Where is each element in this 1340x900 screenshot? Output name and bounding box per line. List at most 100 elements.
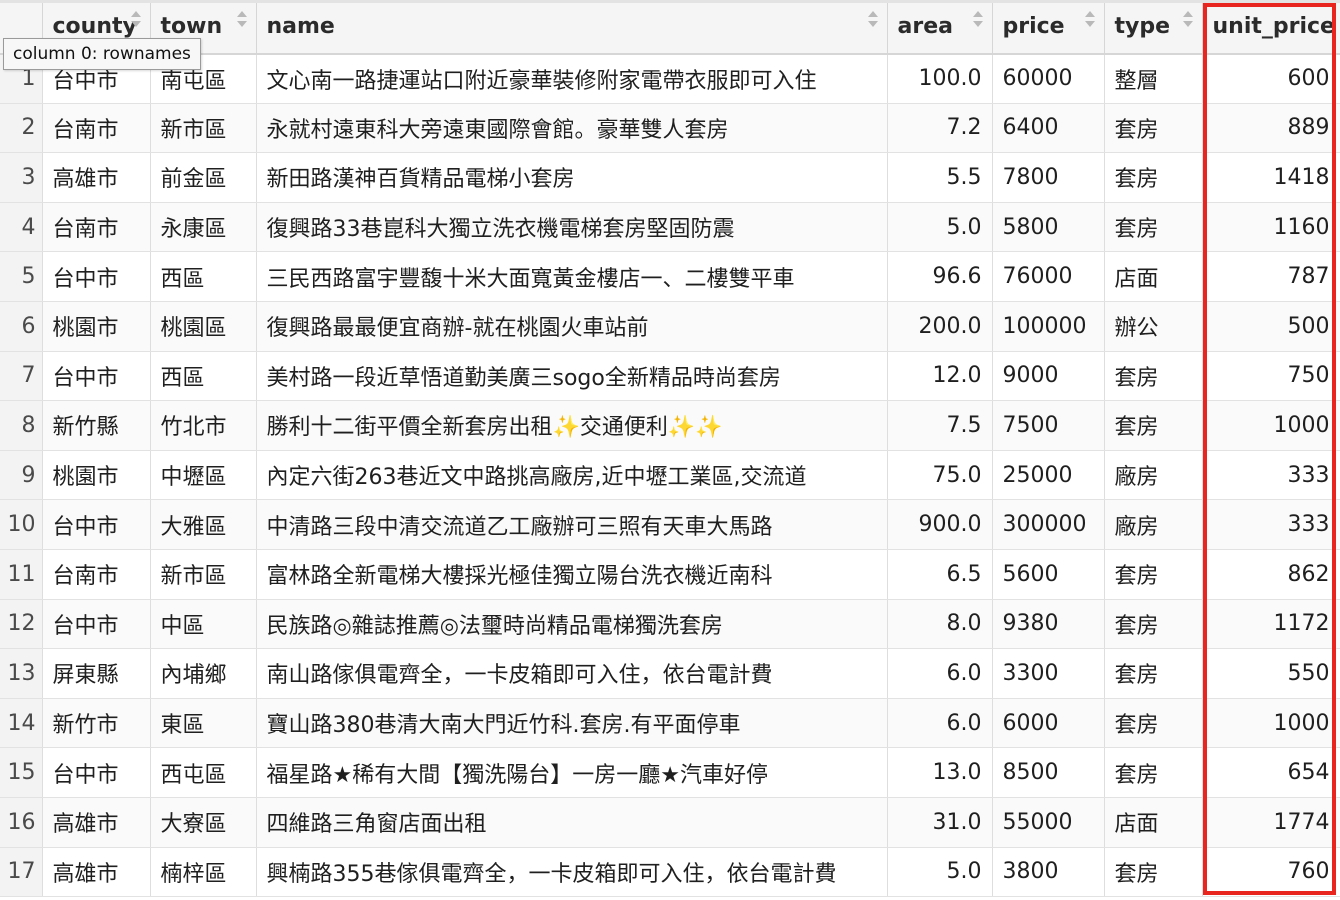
- cell-price: 3300: [992, 648, 1105, 699]
- cell-county: 台南市: [42, 549, 151, 600]
- cell-name: 美村路一段近草悟道勤美廣三sogo全新精品時尚套房: [256, 351, 888, 402]
- sort-icon[interactable]: [130, 11, 141, 31]
- cell-name: 復興路最最便宜商辦-就在桃園火車站前: [256, 301, 888, 352]
- sort-icon[interactable]: [236, 11, 247, 31]
- sort-icon[interactable]: [1084, 11, 1095, 31]
- header-label: town: [160, 14, 223, 40]
- cell-county: 新竹縣: [42, 400, 151, 451]
- row-number: 10: [0, 499, 43, 550]
- cell-price: 7800: [992, 152, 1105, 203]
- cell-area: 200.0: [887, 301, 993, 352]
- table-row: 1 台中市 南屯區 文心南一路捷運站口附近豪華裝修附家電帶衣服即可入住 100.0 600…: [0, 53, 1340, 104]
- header-price[interactable]: price: [992, 0, 1105, 55]
- table-row: 2 台南市 新市區 永就村遠東科大旁遠東國際會館。豪華雙人套房 7.2 6400 套房 889: [0, 103, 1340, 154]
- cell-type: 套房: [1104, 351, 1203, 402]
- cell-area: 13.0: [887, 747, 993, 798]
- cell-unit-price: 600: [1202, 53, 1340, 104]
- header-label: unit_price: [1212, 14, 1335, 40]
- cell-county: 桃園市: [42, 450, 151, 501]
- row-number: 9: [0, 450, 43, 501]
- table-row: 6 桃園市 桃園區 復興路最最便宜商辦-就在桃園火車站前 200.0 100000 辦公 50…: [0, 301, 1340, 352]
- cell-type: 套房: [1104, 202, 1203, 253]
- cell-area: 5.0: [887, 847, 993, 898]
- cell-type: 套房: [1104, 103, 1203, 154]
- cell-town: 內埔鄉: [150, 648, 257, 699]
- cell-price: 6000: [992, 698, 1105, 749]
- cell-town: 大寮區: [150, 797, 257, 848]
- cell-price: 9380: [992, 599, 1105, 650]
- cell-name: 勝利十二街平價全新套房出租✨交通便利✨✨: [256, 400, 888, 451]
- cell-unit-price: 760: [1202, 847, 1340, 898]
- table-row: 5 台中市 西區 三民西路富宇豐馥十米大面寬黃金樓店一、二樓雙平車 96.6 76000 店…: [0, 251, 1340, 302]
- table-row: 12 台中市 中區 民族路◎雜誌推薦◎法璽時尚精品電梯獨洗套房 8.0 9380 套房 117…: [0, 599, 1340, 650]
- header-name[interactable]: name: [256, 0, 888, 55]
- cell-area: 100.0: [887, 53, 993, 104]
- table-row: 9 桃園市 中壢區 內定六街263巷近文中路挑高廠房,近中壢工業區,交流道 75.0 25…: [0, 450, 1340, 501]
- header-label: area: [897, 14, 953, 40]
- cell-type: 套房: [1104, 847, 1203, 898]
- cell-price: 8500: [992, 747, 1105, 798]
- cell-unit-price: 333: [1202, 499, 1340, 550]
- cell-type: 套房: [1104, 152, 1203, 203]
- header-unit-price[interactable]: unit_price: [1202, 0, 1340, 55]
- cell-town: 西區: [150, 251, 257, 302]
- sort-icon[interactable]: [972, 11, 983, 31]
- cell-type: 店面: [1104, 797, 1203, 848]
- cell-type: 套房: [1104, 648, 1203, 699]
- cell-price: 76000: [992, 251, 1105, 302]
- cell-town: 桃園區: [150, 301, 257, 352]
- cell-county: 屏東縣: [42, 648, 151, 699]
- cell-unit-price: 750: [1202, 351, 1340, 402]
- data-viewer-table: county town name area price type unit_pr…: [0, 0, 1340, 898]
- table-row: 4 台南市 永康區 復興路33巷崑科大獨立洗衣機電梯套房堅固防震 5.0 5800 套房 11…: [0, 202, 1340, 253]
- table-row: 3 高雄市 前金區 新田路漢神百貨精品電梯小套房 5.5 7800 套房 1418: [0, 152, 1340, 203]
- sort-icon[interactable]: [1182, 11, 1193, 31]
- row-number: 6: [0, 301, 43, 352]
- row-number: 11: [0, 549, 43, 600]
- cell-unit-price: 1000: [1202, 698, 1340, 749]
- cell-county: 桃園市: [42, 301, 151, 352]
- cell-price: 60000: [992, 53, 1105, 104]
- sort-icon[interactable]: [867, 11, 878, 31]
- cell-type: 店面: [1104, 251, 1203, 302]
- cell-name: 南山路傢俱電齊全，一卡皮箱即可入住，依台電計費: [256, 648, 888, 699]
- cell-county: 高雄市: [42, 797, 151, 848]
- cell-type: 套房: [1104, 549, 1203, 600]
- header-area[interactable]: area: [887, 0, 993, 55]
- cell-area: 5.5: [887, 152, 993, 203]
- cell-county: 高雄市: [42, 152, 151, 203]
- cell-type: 套房: [1104, 747, 1203, 798]
- cell-area: 31.0: [887, 797, 993, 848]
- cell-unit-price: 1160: [1202, 202, 1340, 253]
- cell-unit-price: 1774: [1202, 797, 1340, 848]
- cell-price: 5600: [992, 549, 1105, 600]
- header-type[interactable]: type: [1104, 0, 1203, 55]
- cell-area: 6.0: [887, 698, 993, 749]
- cell-county: 台南市: [42, 103, 151, 154]
- row-number: 13: [0, 648, 43, 699]
- cell-name: 福星路★稀有大間【獨洗陽台】一房一廳★汽車好停: [256, 747, 888, 798]
- cell-area: 900.0: [887, 499, 993, 550]
- cell-type: 廠房: [1104, 499, 1203, 550]
- cell-name: 新田路漢神百貨精品電梯小套房: [256, 152, 888, 203]
- cell-unit-price: 862: [1202, 549, 1340, 600]
- cell-price: 9000: [992, 351, 1105, 402]
- cell-unit-price: 500: [1202, 301, 1340, 352]
- cell-town: 竹北市: [150, 400, 257, 451]
- row-number: 7: [0, 351, 43, 402]
- cell-name: 內定六街263巷近文中路挑高廠房,近中壢工業區,交流道: [256, 450, 888, 501]
- cell-area: 5.0: [887, 202, 993, 253]
- table-row: 16 高雄市 大寮區 四維路三角窗店面出租 31.0 55000 店面 1774: [0, 797, 1340, 848]
- column-tooltip: column 0: rownames: [3, 38, 201, 70]
- cell-name: 興楠路355巷傢俱電齊全，一卡皮箱即可入住，依台電計費: [256, 847, 888, 898]
- header-label: type: [1114, 14, 1171, 40]
- cell-town: 西屯區: [150, 747, 257, 798]
- cell-unit-price: 1000: [1202, 400, 1340, 451]
- header-label: name: [266, 14, 335, 40]
- cell-price: 25000: [992, 450, 1105, 501]
- cell-area: 8.0: [887, 599, 993, 650]
- cell-unit-price: 889: [1202, 103, 1340, 154]
- cell-type: 廠房: [1104, 450, 1203, 501]
- row-number: 12: [0, 599, 43, 650]
- cell-county: 台南市: [42, 202, 151, 253]
